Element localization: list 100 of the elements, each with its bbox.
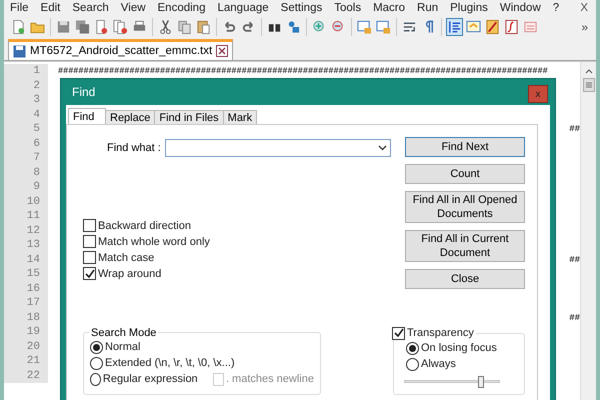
dialog-title: Find	[72, 85, 96, 99]
menu-item[interactable]: Edit	[40, 2, 66, 14]
radio-button[interactable]	[90, 372, 101, 386]
dialog-button[interactable]: Close	[405, 269, 525, 289]
radio-button[interactable]	[90, 356, 103, 370]
line-number: 4	[4, 108, 48, 122]
line-number: 1	[4, 64, 48, 78]
file-tab[interactable]: MT6572_Android_scatter_emmc.txt	[8, 39, 234, 60]
radio-button[interactable]	[406, 358, 419, 370]
new-file-icon[interactable]	[11, 19, 26, 35]
document-map-icon[interactable]	[466, 19, 481, 35]
cut-icon[interactable]	[158, 19, 173, 35]
line-number: 7	[4, 151, 48, 166]
save-icon[interactable]	[56, 19, 71, 35]
line-number: 21	[4, 354, 48, 368]
line-number: 13	[4, 238, 48, 252]
menu-item[interactable]: Tools	[334, 2, 368, 14]
close-file-icon[interactable]	[94, 19, 109, 35]
code-text: ##	[569, 254, 580, 265]
save-all-icon[interactable]	[75, 19, 90, 35]
find-what-label: Find what :	[107, 142, 161, 154]
menu-item[interactable]: Language	[217, 2, 275, 14]
dialog-tab[interactable]: Mark	[222, 110, 258, 125]
check-icon	[84, 268, 94, 278]
line-number: 2	[4, 78, 48, 93]
option-label: Regular expression	[102, 373, 198, 385]
find-what-field[interactable]	[164, 139, 391, 157]
copy-icon[interactable]	[177, 19, 192, 35]
line-number: 3	[4, 93, 48, 108]
menu-item[interactable]: Run	[417, 2, 444, 14]
dialog-button[interactable]: Find All in Current Document	[405, 230, 525, 262]
scroll-thumb-icon[interactable]	[582, 78, 594, 92]
menu-item[interactable]: File	[10, 2, 35, 14]
close-document-button[interactable]: X	[580, 2, 588, 14]
radio-button[interactable]	[90, 340, 103, 354]
menu-item[interactable]: Window	[500, 2, 547, 14]
checkbox[interactable]	[392, 326, 405, 340]
line-number: 14	[4, 252, 48, 267]
dialog-tab[interactable]: Find	[68, 108, 106, 125]
script-icon[interactable]	[504, 19, 519, 35]
line-number: 10	[4, 194, 48, 209]
toolbar-overflow-button[interactable]: »	[581, 20, 588, 34]
menu-item[interactable]: Macro	[373, 2, 412, 14]
group-title: Search Mode	[90, 326, 158, 338]
menu-item[interactable]: Plugins	[450, 2, 494, 14]
sync-horizontal-icon[interactable]	[376, 19, 391, 35]
line-number: 5	[4, 122, 48, 136]
menu-item[interactable]: Search	[72, 2, 115, 14]
function-list-icon[interactable]	[485, 19, 500, 35]
line-number: 20	[4, 340, 48, 354]
slider-thumb[interactable]	[478, 376, 484, 388]
dialog-tab[interactable]: Find in Files	[154, 110, 224, 125]
dialog-tab[interactable]: Replace	[105, 110, 156, 125]
option-label: Normal	[105, 341, 140, 353]
close-icon[interactable]	[216, 45, 228, 57]
replace-icon[interactable]	[286, 19, 301, 35]
line-number: 8	[4, 166, 48, 180]
option-label: Transparency	[407, 327, 474, 339]
chevron-down-icon[interactable]	[378, 145, 387, 151]
dialog-button[interactable]: Find All in All Opened Documents	[405, 191, 525, 223]
line-number: 9	[4, 180, 48, 194]
menu-item[interactable]: Settings	[280, 2, 328, 14]
dialog-button[interactable]: Find Next	[405, 137, 525, 157]
close-all-icon[interactable]	[113, 19, 128, 35]
line-number: 17	[4, 296, 48, 310]
checkbox[interactable]	[83, 219, 96, 232]
option-label: Always	[421, 358, 456, 370]
checkbox[interactable]	[83, 267, 96, 280]
indent-guide-icon[interactable]	[447, 19, 462, 35]
line-number: 16	[4, 282, 48, 296]
sync-vertical-icon[interactable]	[357, 19, 372, 35]
line-number: 22	[4, 368, 48, 383]
save-icon	[13, 44, 26, 58]
radio-button[interactable]	[406, 342, 419, 354]
checkbox[interactable]	[83, 235, 96, 248]
vertical-scrollbar[interactable]	[580, 62, 596, 400]
dialog-button[interactable]: Count	[405, 164, 525, 184]
option-label: Match whole word only	[98, 236, 210, 248]
option-label: . matches newline	[226, 373, 314, 385]
option-label: Match case	[98, 252, 154, 264]
code-text: ################################################################################################	[57, 66, 549, 76]
check-icon	[394, 328, 404, 338]
menu-item[interactable]: View	[120, 2, 152, 14]
option-label: On losing focus	[421, 342, 497, 354]
line-number: 18	[4, 310, 48, 325]
line-number: 12	[4, 224, 48, 238]
checkbox[interactable]	[83, 251, 96, 264]
option-label: Backward direction	[98, 220, 191, 232]
menu-item[interactable]: ?	[552, 2, 566, 14]
line-number: 15	[4, 267, 48, 282]
option-label: Wrap around	[98, 268, 162, 280]
menu-item[interactable]: Encoding	[158, 2, 212, 14]
line-number: 11	[4, 209, 48, 224]
option-label: Extended (\n, \r, \t, \0, \x...)	[105, 357, 235, 369]
line-number: 19	[4, 325, 48, 340]
line-number: 6	[4, 136, 48, 151]
code-text: ##	[569, 312, 580, 323]
paste-icon[interactable]	[196, 19, 211, 35]
transparency-slider[interactable]	[404, 376, 500, 388]
file-tab-label: MT6572_Android_scatter_emmc.txt	[30, 45, 212, 57]
